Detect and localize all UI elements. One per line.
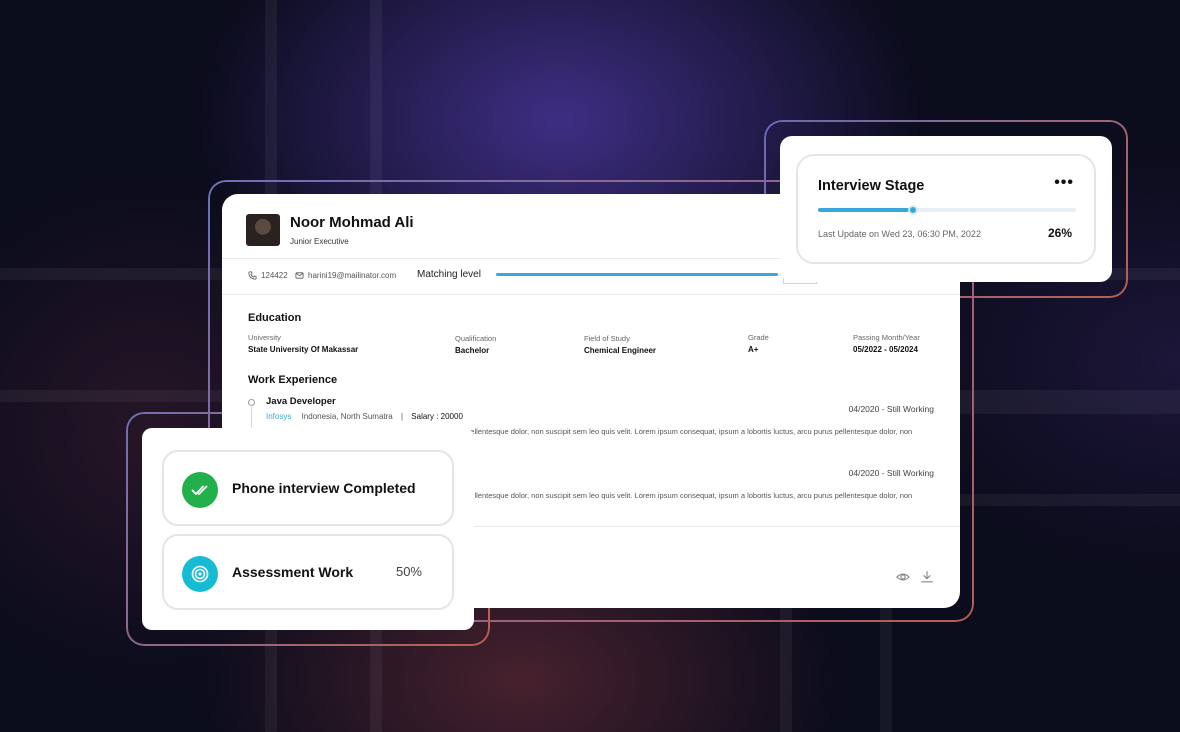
matching-level-bar	[496, 273, 816, 276]
candidate-name: Noor Mohmad Ali	[290, 214, 414, 231]
edu-value: A+	[748, 345, 759, 354]
edu-value: Bachelor	[455, 346, 490, 355]
task-label: Assessment Work	[232, 564, 354, 580]
matching-level-label: Matching level	[417, 269, 481, 280]
edu-value: 05/2022 - 05/2024	[853, 345, 918, 354]
matching-level-fill	[496, 273, 778, 276]
interview-stage-card: Interview Stage ••• Last Update on Wed 2…	[780, 136, 1112, 282]
edu-value: State University Of Makassar	[248, 345, 359, 354]
phone-icon	[248, 271, 257, 280]
edu-qualification: Qualification Bachelor	[455, 334, 496, 355]
interview-stage-progress-fill	[818, 208, 914, 212]
job-meta: Infosys Indonesia, North Sumatra | Salar…	[266, 412, 463, 421]
target-icon	[182, 556, 218, 592]
edu-label: Qualification	[455, 334, 497, 343]
task-assessment-work[interactable]: Assessment Work 50%	[162, 534, 454, 610]
job-salary: Salary : 20000	[411, 412, 463, 421]
edu-field-of-study: Field of Study Chemical Engineer	[584, 334, 656, 355]
edu-grade: Grade A+	[748, 333, 769, 354]
interview-stage-percent: 26%	[1047, 226, 1072, 240]
job-company[interactable]: Infosys	[266, 412, 291, 421]
job-date: 04/2020 - Still Working	[848, 404, 934, 414]
job-date: 04/2020 - Still Working	[848, 468, 934, 478]
phone-number: 124422	[261, 271, 288, 280]
interview-stage-title: Interview Stage	[818, 178, 925, 194]
interview-stage-progress	[818, 205, 1076, 215]
email-address: harini19@mailinator.com	[308, 271, 397, 280]
education-title: Education	[248, 312, 302, 324]
divider	[222, 294, 960, 295]
job-location: Indonesia, North Sumatra	[301, 412, 393, 421]
task-percent: 50%	[395, 564, 422, 579]
work-experience-title: Work Experience	[248, 374, 338, 386]
background-band	[960, 494, 1180, 506]
last-update-text: Last Update on Wed 23, 06:30 PM, 2022	[818, 229, 981, 239]
email-contact[interactable]: harini19@mailinator.com	[295, 271, 396, 280]
tasks-card: Phone interview Completed Assessment Wor…	[142, 428, 474, 630]
phone-contact[interactable]: 124422	[248, 271, 288, 280]
task-label: Phone interview Completed	[232, 480, 416, 496]
job-separator: |	[400, 412, 404, 421]
candidate-role: Junior Executive	[290, 237, 349, 246]
task-phone-interview[interactable]: Phone interview Completed	[162, 450, 454, 526]
edu-passing-date: Passing Month/Year 05/2022 - 05/2024	[853, 333, 920, 354]
edu-label: Passing Month/Year	[853, 333, 920, 342]
edu-label: Field of Study	[584, 334, 630, 343]
mail-icon	[295, 272, 304, 279]
progress-handle	[908, 205, 919, 215]
edu-label: Grade	[748, 333, 769, 342]
interview-stage-panel: Interview Stage ••• Last Update on Wed 2…	[796, 154, 1096, 264]
background-band	[960, 402, 1180, 414]
edu-value: Chemical Engineer	[584, 346, 657, 355]
more-options-icon[interactable]: •••	[1054, 174, 1074, 192]
double-check-icon	[182, 472, 218, 508]
job-title: Java Developer	[266, 396, 336, 407]
edu-university: University State University Of Makassar	[248, 333, 358, 354]
avatar	[246, 214, 280, 246]
download-icon[interactable]	[920, 570, 934, 584]
timeline-dot	[248, 399, 255, 406]
edu-label: University	[248, 333, 281, 342]
view-icon[interactable]	[896, 570, 910, 584]
